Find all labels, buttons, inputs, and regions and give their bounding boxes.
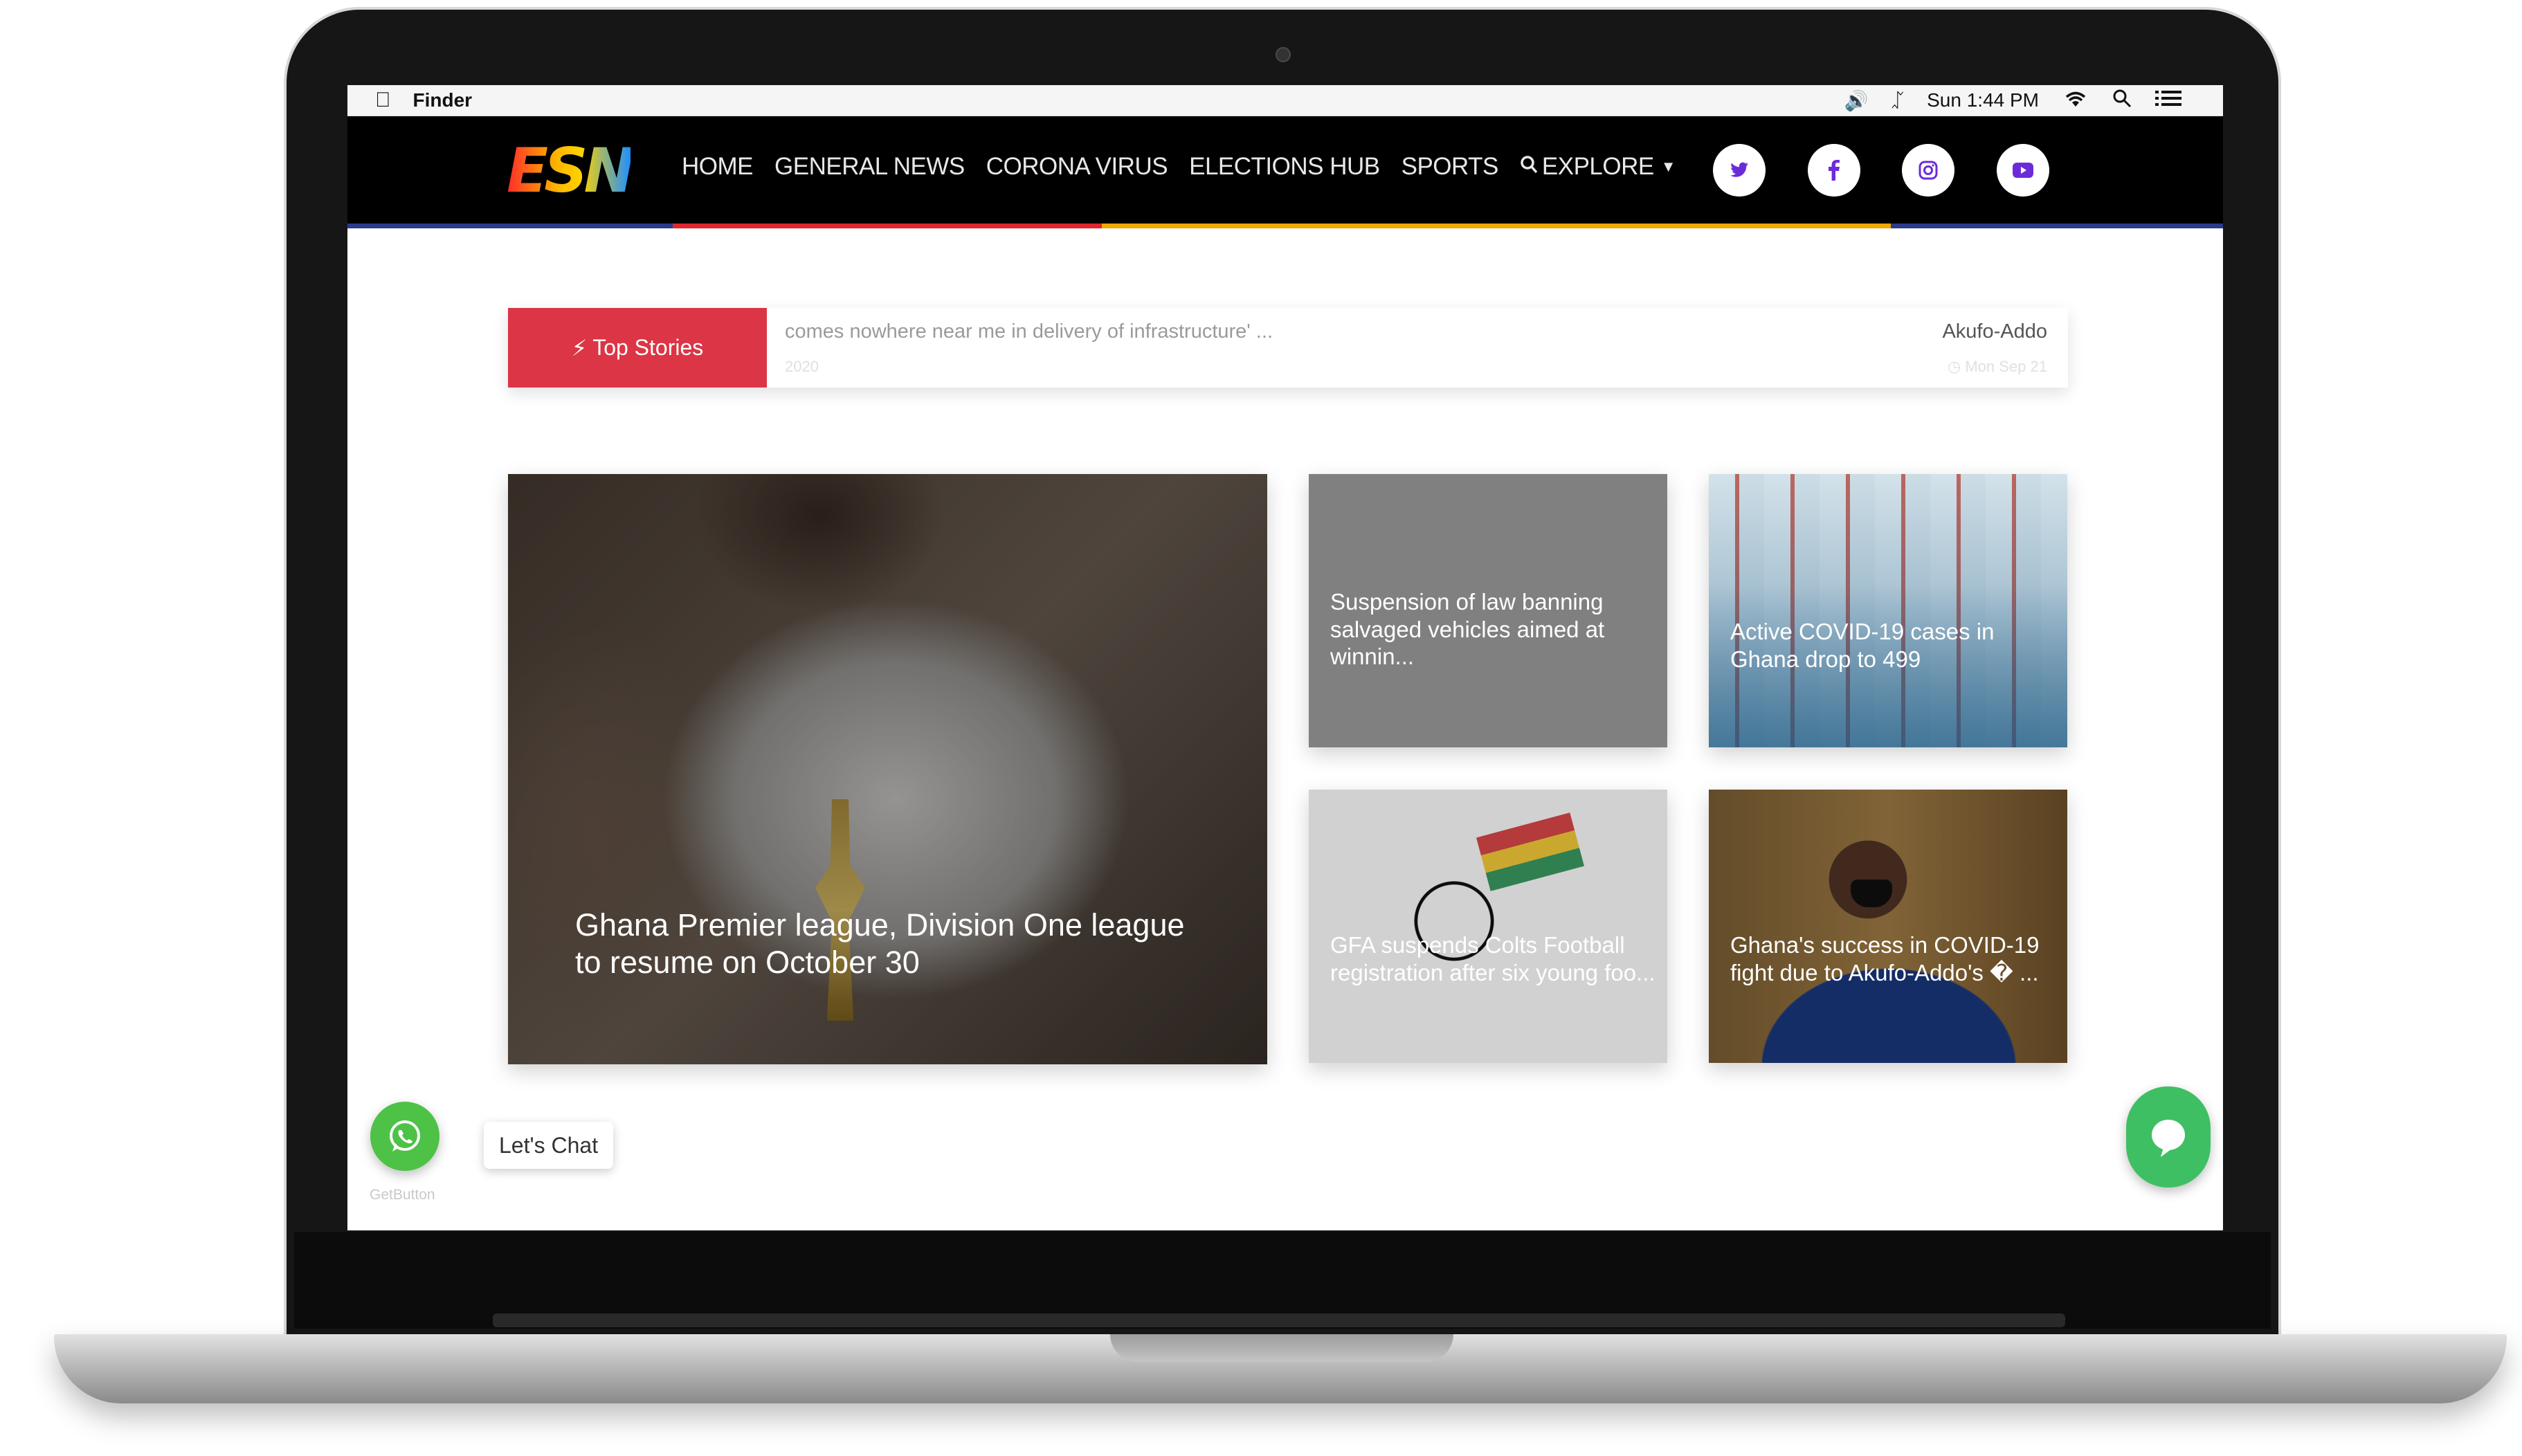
header-stripe-blue-right	[1891, 224, 2223, 228]
nav-explore[interactable]: EXPLORE	[1542, 153, 1654, 181]
whatsapp-button[interactable]	[370, 1102, 439, 1171]
top-stories-label-text: Top Stories	[592, 335, 704, 360]
bluetooth-icon[interactable]: ᛢ	[1891, 89, 1903, 111]
laptop-screen:  Finder 🔊 ᛢ Sun 1:44 PM ESN HOME GENERA…	[347, 85, 2223, 1230]
ticker-source[interactable]: Akufo-Addo	[1942, 320, 2047, 343]
header-stripe-yellow	[1102, 224, 1891, 228]
youtube-icon[interactable]	[1997, 144, 2049, 197]
facebook-icon[interactable]	[1808, 144, 1860, 197]
wifi-icon[interactable]	[2062, 89, 2089, 113]
list-icon[interactable]	[2155, 89, 2181, 113]
image-overlay	[1709, 790, 2067, 1063]
camera-icon	[1276, 47, 1291, 62]
whatsapp-icon	[390, 1120, 420, 1152]
chat-bubble-button[interactable]	[2126, 1086, 2211, 1187]
nav-elections-hub[interactable]: ELECTIONS HUB	[1189, 153, 1380, 181]
chevron-down-icon[interactable]: ▼	[1661, 158, 1676, 176]
news-card-title[interactable]: Ghana's success in COVID-19 fight due to…	[1730, 931, 2056, 986]
chat-icon	[2152, 1120, 2185, 1157]
nav-home[interactable]: HOME	[682, 153, 754, 181]
site-logo[interactable]: ESN	[507, 135, 635, 206]
news-card-title[interactable]: Ghana Premier league, Division One leagu…	[575, 907, 1198, 981]
ticker-date-text: Mon Sep 21	[1965, 358, 2047, 375]
mac-menu-bar:  Finder 🔊 ᛢ Sun 1:44 PM	[347, 85, 2223, 116]
top-stories-ticker: ⚡︎ Top Stories comes nowhere near me in …	[508, 308, 2068, 388]
nav-corona-virus[interactable]: CORONA VIRUS	[986, 153, 1168, 181]
news-card-title[interactable]: GFA suspends Colts Football registration…	[1330, 931, 1655, 986]
news-card[interactable]: Suspension of law banning salvaged vehic…	[1309, 474, 1667, 747]
header-stripe-red	[673, 224, 1102, 228]
top-stories-label[interactable]: ⚡︎ Top Stories	[508, 308, 767, 388]
instagram-icon[interactable]	[1902, 144, 1954, 197]
main-nav: HOME GENERAL NEWS CORONA VIRUS ELECTIONS…	[682, 153, 1697, 181]
ticker-headline[interactable]: comes nowhere near me in delivery of inf…	[785, 320, 1273, 343]
bolt-icon: ⚡︎	[571, 335, 588, 361]
image-overlay	[1309, 790, 1667, 1063]
laptop-notch	[1110, 1334, 1453, 1362]
news-card[interactable]: Active COVID-19 cases in Ghana drop to 4…	[1709, 474, 2067, 747]
search-icon[interactable]	[2112, 89, 2132, 113]
volume-icon[interactable]: 🔊	[1844, 89, 1868, 112]
clock-icon: ◷	[1948, 358, 1961, 375]
ticker-headline-date: 2020	[785, 358, 819, 375]
apple-icon[interactable]: 	[375, 89, 391, 112]
clock[interactable]: Sun 1:44 PM	[1927, 89, 2039, 111]
status-area: 🔊 ᛢ Sun 1:44 PM	[1844, 85, 2181, 116]
getbutton-label[interactable]: GetButton	[370, 1187, 435, 1203]
hinge-strip	[493, 1313, 2065, 1327]
image-overlay	[1709, 474, 2067, 747]
nav-general-news[interactable]: GENERAL NEWS	[774, 153, 965, 181]
news-card-title[interactable]: Active COVID-19 cases in Ghana drop to 4…	[1730, 618, 2042, 673]
nav-sports[interactable]: SPORTS	[1401, 153, 1499, 181]
app-name[interactable]: Finder	[413, 89, 473, 111]
featured-news-card[interactable]: Ghana Premier league, Division One leagu…	[508, 474, 1267, 1064]
news-card[interactable]: GFA suspends Colts Football registration…	[1309, 790, 1667, 1063]
header-stripe-blue	[347, 224, 673, 228]
news-card[interactable]: Ghana's success in COVID-19 fight due to…	[1709, 790, 2067, 1063]
twitter-icon[interactable]	[1713, 144, 1766, 197]
nav-explore-icon	[1520, 153, 1538, 181]
chat-tooltip[interactable]: Let's Chat	[484, 1122, 614, 1169]
ticker-date: ◷ Mon Sep 21	[1948, 358, 2047, 376]
news-card-title[interactable]: Suspension of law banning salvaged vehic…	[1330, 588, 1635, 671]
